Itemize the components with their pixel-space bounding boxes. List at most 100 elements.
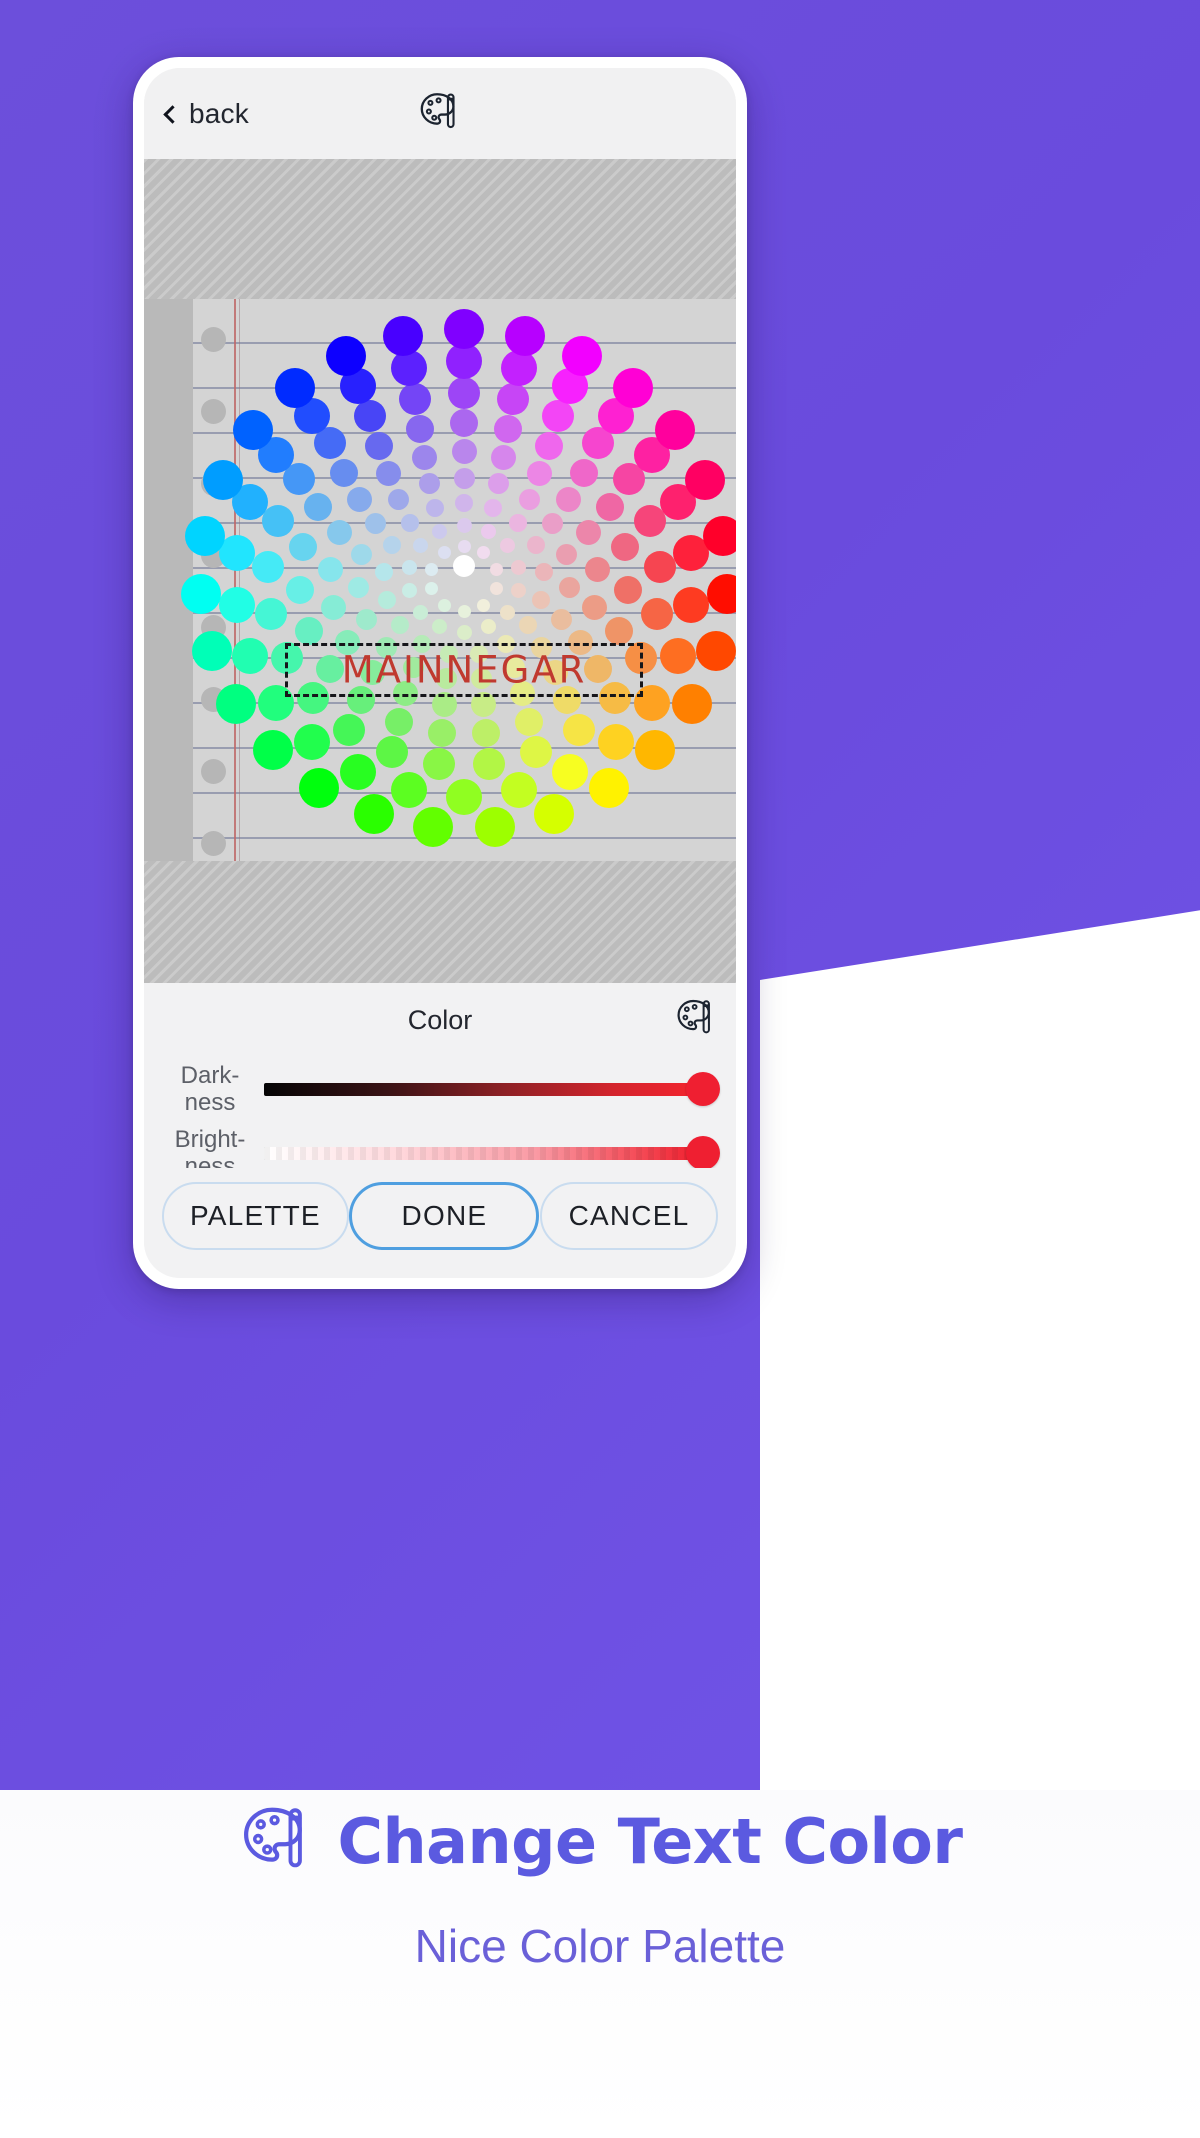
color-dot[interactable] xyxy=(534,562,553,581)
color-dot[interactable] xyxy=(556,543,578,565)
color-dot[interactable] xyxy=(419,473,441,495)
color-dot[interactable] xyxy=(364,431,393,460)
darkness-slider-thumb[interactable] xyxy=(686,1072,720,1106)
color-dot[interactable] xyxy=(399,382,432,415)
color-dot[interactable] xyxy=(261,505,294,538)
color-dot[interactable] xyxy=(504,315,545,356)
color-dot[interactable] xyxy=(202,460,243,501)
editor-canvas[interactable]: MAINNEGAR xyxy=(144,159,736,983)
color-dot[interactable] xyxy=(432,523,448,539)
color-dot[interactable] xyxy=(339,753,376,790)
color-dot[interactable] xyxy=(304,493,333,522)
color-dot[interactable] xyxy=(181,573,222,614)
color-dot[interactable] xyxy=(317,556,343,582)
darkness-slider[interactable] xyxy=(264,1069,720,1109)
selected-text-object[interactable]: MAINNEGAR xyxy=(285,643,643,697)
color-dot[interactable] xyxy=(518,615,537,634)
color-dot[interactable] xyxy=(192,630,233,671)
color-dot[interactable] xyxy=(520,736,553,769)
color-dot[interactable] xyxy=(526,536,545,555)
color-dot[interactable] xyxy=(562,335,603,376)
color-dot[interactable] xyxy=(425,582,439,596)
color-dot[interactable] xyxy=(595,493,624,522)
color-dot[interactable] xyxy=(703,515,736,556)
color-dot[interactable] xyxy=(559,576,581,598)
color-dot[interactable] xyxy=(218,587,255,624)
color-dot[interactable] xyxy=(376,461,401,487)
color-dot[interactable] xyxy=(613,367,654,408)
color-dot[interactable] xyxy=(388,489,410,511)
color-dot[interactable] xyxy=(391,772,428,809)
color-dot[interactable] xyxy=(412,604,428,620)
color-dot[interactable] xyxy=(457,604,471,618)
color-dot[interactable] xyxy=(550,608,572,630)
color-dot[interactable] xyxy=(401,559,417,575)
color-dot[interactable] xyxy=(474,807,515,848)
color-dot[interactable] xyxy=(526,461,552,487)
color-wheel-dots[interactable] xyxy=(144,159,736,983)
color-dot[interactable] xyxy=(446,778,482,815)
color-dot[interactable] xyxy=(500,604,516,620)
color-dot[interactable] xyxy=(508,513,527,532)
color-dot[interactable] xyxy=(401,513,420,532)
color-dot[interactable] xyxy=(511,583,527,599)
brightness-slider-thumb[interactable] xyxy=(686,1136,720,1170)
color-dot[interactable] xyxy=(356,608,378,630)
color-dot[interactable] xyxy=(286,575,315,604)
color-dot[interactable] xyxy=(477,598,491,612)
back-button[interactable]: back xyxy=(163,98,249,130)
color-dot[interactable] xyxy=(500,538,516,554)
color-dot[interactable] xyxy=(375,562,394,581)
color-dot[interactable] xyxy=(350,543,372,565)
color-dot[interactable] xyxy=(531,590,550,609)
color-dot[interactable] xyxy=(640,597,673,630)
color-dot[interactable] xyxy=(231,638,268,675)
color-dot[interactable] xyxy=(412,444,437,470)
color-dot[interactable] xyxy=(346,487,372,513)
color-dot[interactable] xyxy=(635,730,676,771)
color-dot[interactable] xyxy=(483,499,502,518)
color-dot[interactable] xyxy=(320,594,346,620)
color-dot[interactable] xyxy=(353,399,386,432)
color-dot[interactable] xyxy=(252,730,293,771)
color-dot[interactable] xyxy=(489,562,503,576)
color-dot[interactable] xyxy=(405,414,434,443)
color-dot[interactable] xyxy=(535,431,564,460)
color-dot[interactable] xyxy=(412,538,428,554)
color-dot[interactable] xyxy=(451,439,477,465)
color-dot[interactable] xyxy=(437,546,451,560)
color-dot[interactable] xyxy=(494,414,523,443)
palette-brush-icon[interactable] xyxy=(674,996,718,1045)
color-dot[interactable] xyxy=(233,409,274,450)
color-dot[interactable] xyxy=(347,576,369,598)
color-dot[interactable] xyxy=(582,594,608,620)
color-dot[interactable] xyxy=(552,753,589,790)
color-dot[interactable] xyxy=(588,767,629,808)
color-dot[interactable] xyxy=(426,499,445,518)
color-dot[interactable] xyxy=(330,458,359,487)
color-dot[interactable] xyxy=(252,551,285,584)
color-dot[interactable] xyxy=(695,630,736,671)
color-dot[interactable] xyxy=(511,559,527,575)
color-dot[interactable] xyxy=(515,707,544,736)
color-dot[interactable] xyxy=(613,575,642,604)
color-dot[interactable] xyxy=(401,583,417,599)
color-dot[interactable] xyxy=(383,536,402,555)
color-dot[interactable] xyxy=(453,467,475,489)
color-dot[interactable] xyxy=(604,617,633,646)
color-dot[interactable] xyxy=(413,807,454,848)
color-dot[interactable] xyxy=(455,494,473,512)
done-button[interactable]: DONE xyxy=(349,1182,540,1250)
color-dot[interactable] xyxy=(569,458,598,487)
color-dot[interactable] xyxy=(274,367,315,408)
color-dot[interactable] xyxy=(295,617,324,646)
color-dot[interactable] xyxy=(364,513,386,535)
color-dot[interactable] xyxy=(456,624,472,640)
color-dot[interactable] xyxy=(542,399,575,432)
color-dot[interactable] xyxy=(423,747,456,780)
color-dot[interactable] xyxy=(685,460,726,501)
color-dot[interactable] xyxy=(496,382,529,415)
color-dot[interactable] xyxy=(480,523,496,539)
color-dot[interactable] xyxy=(556,487,582,513)
color-dot[interactable] xyxy=(487,473,509,495)
